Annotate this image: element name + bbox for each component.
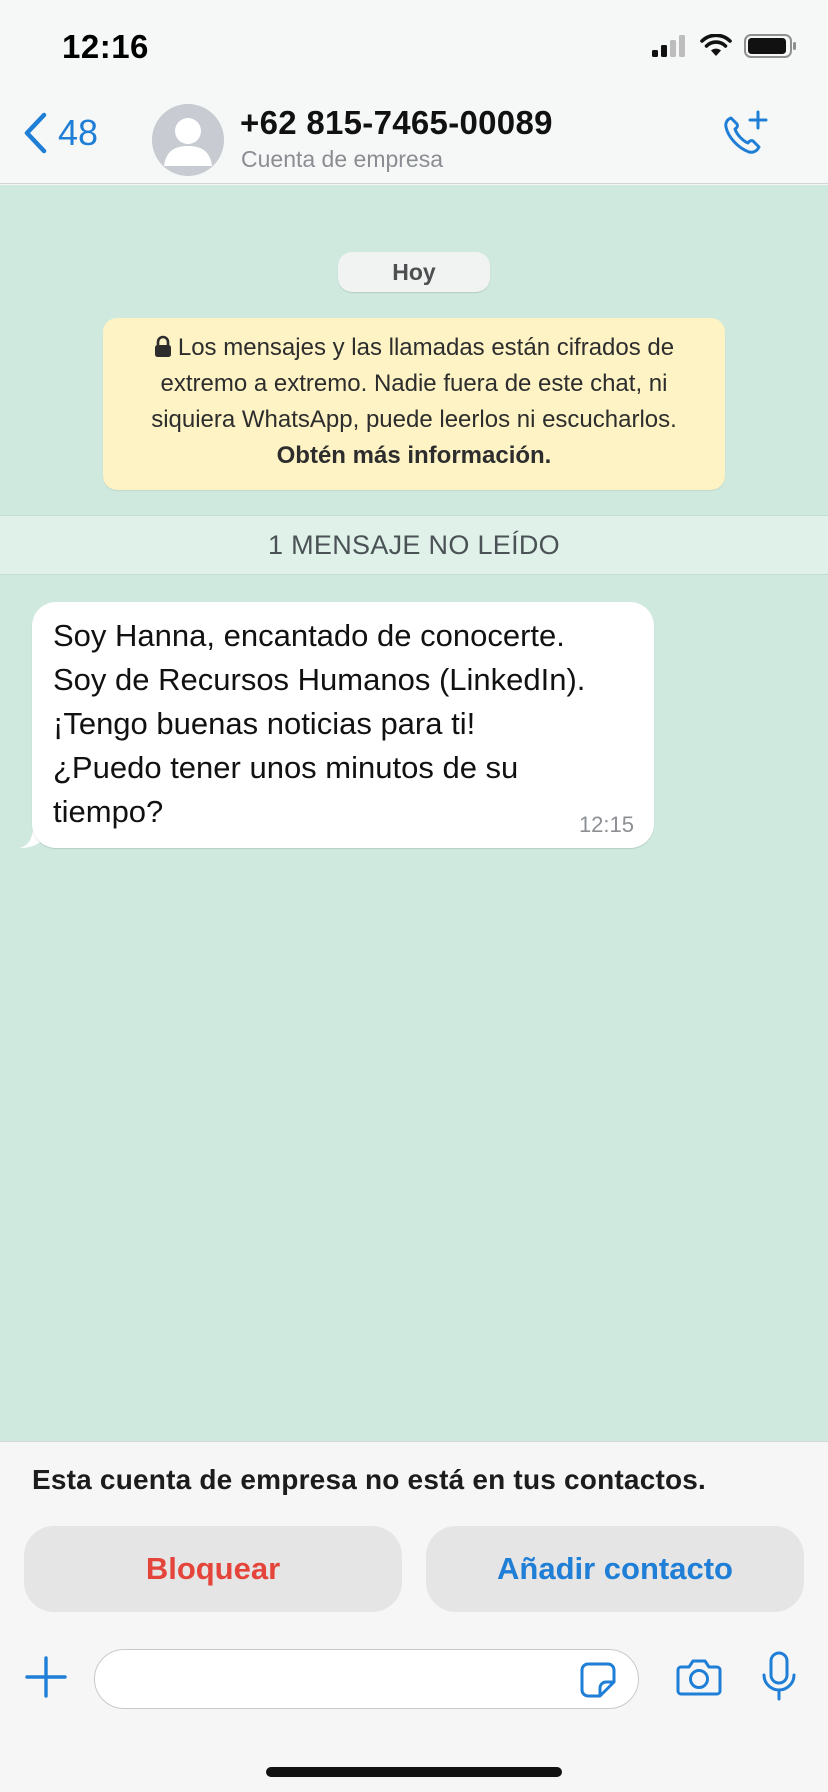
back-button[interactable]: 48 — [22, 112, 98, 154]
status-icons — [652, 34, 798, 58]
cellular-signal-icon — [652, 35, 685, 57]
message-input[interactable] — [94, 1649, 639, 1709]
learn-more-link[interactable]: Obtén más información. — [277, 442, 552, 469]
date-divider: Hoy — [338, 252, 490, 292]
sticker-icon — [580, 1662, 616, 1698]
sticker-button[interactable] — [580, 1662, 616, 1703]
battery-icon — [744, 34, 796, 58]
business-notice-panel: Esta cuenta de empresa no está en tus co… — [0, 1441, 828, 1625]
encryption-text: Los mensajes y las llamadas están cifrad… — [151, 334, 677, 433]
encryption-notice[interactable]: Los mensajes y las llamadas están cifrad… — [103, 318, 725, 490]
avatar[interactable] — [152, 104, 224, 176]
lock-icon — [154, 335, 171, 357]
attach-button[interactable] — [24, 1655, 68, 1704]
plus-icon — [25, 1656, 67, 1698]
unread-messages-divider: 1 MENSAJE NO LEÍDO — [0, 515, 828, 575]
business-notice-text: Esta cuenta de empresa no está en tus co… — [32, 1464, 707, 1495]
message-bubble[interactable]: Soy Hanna, encantado de conocerte. Soy d… — [32, 602, 654, 848]
camera-button[interactable] — [676, 1657, 722, 1702]
chat-area[interactable]: Hoy Los mensajes y las llamadas están ci… — [0, 185, 828, 1441]
wifi-icon — [700, 34, 732, 56]
status-bar: 12:16 — [0, 0, 828, 96]
message-text: Soy Hanna, encantado de conocerte. Soy d… — [53, 618, 586, 829]
message-composer — [0, 1625, 828, 1792]
microphone-button[interactable] — [760, 1651, 798, 1708]
contact-subtitle: Cuenta de empresa — [241, 146, 444, 172]
add-call-button[interactable] — [720, 110, 768, 163]
chat-header: 48 +62 815-7465-00089 Cuenta de empresa — [0, 96, 828, 184]
message-time: 12:15 — [578, 812, 634, 837]
microphone-icon — [762, 1651, 796, 1701]
camera-icon — [676, 1659, 722, 1696]
chevron-left-icon — [24, 112, 47, 154]
contact-name[interactable]: +62 815-7465-00089 — [240, 104, 553, 142]
block-button[interactable]: Bloquear — [24, 1526, 402, 1612]
unread-count: 48 — [58, 112, 99, 153]
home-indicator — [266, 1767, 562, 1777]
status-time: 12:16 — [62, 28, 149, 65]
add-contact-button[interactable]: Añadir contacto — [426, 1526, 804, 1612]
default-avatar-icon — [152, 104, 224, 176]
phone-plus-icon — [724, 110, 768, 154]
